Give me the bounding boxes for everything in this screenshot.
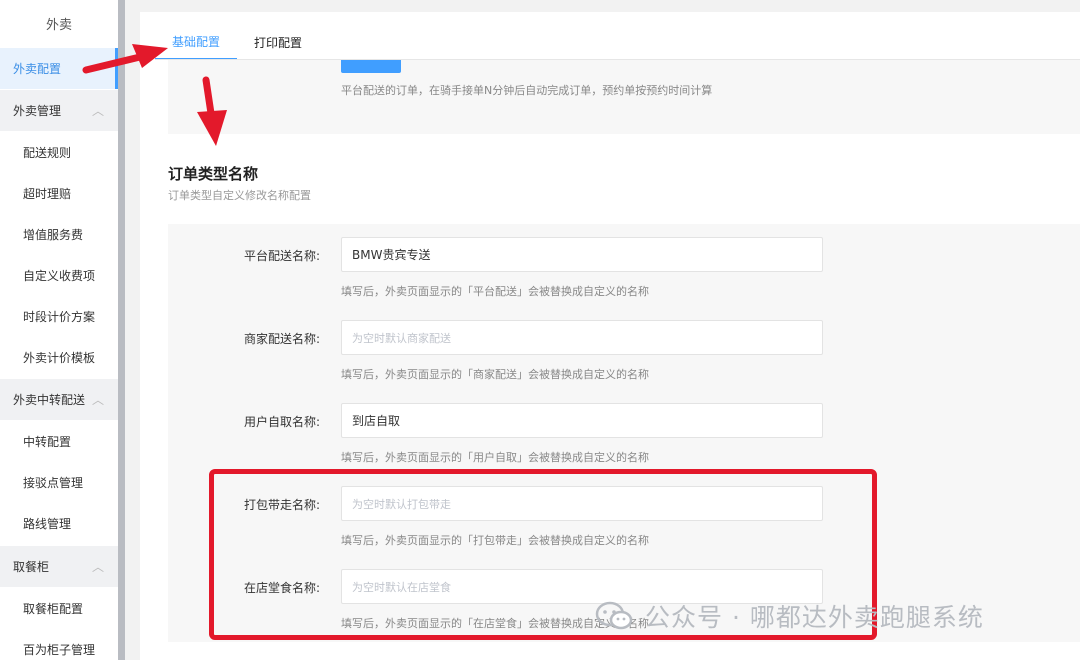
sidebar-title: 外卖 xyxy=(45,17,72,33)
platform-delivery-input[interactable] xyxy=(341,237,823,272)
wechat-icon xyxy=(595,601,633,630)
sidebar-group-label: 外卖中转配送 xyxy=(13,393,86,407)
toggle-button[interactable] xyxy=(341,60,401,73)
tab-print-config[interactable]: 打印配置 xyxy=(237,24,319,60)
sidebar-group-waimai-manage[interactable]: 外卖管理 ︿ xyxy=(0,90,118,131)
sidebar-item-overtime-claim[interactable]: 超时理赔 xyxy=(0,173,118,214)
sidebar-group-label: 外卖管理 xyxy=(13,104,62,118)
sidebar-item-transfer-config[interactable]: 中转配置 xyxy=(0,421,118,462)
chevron-up-icon: ︿ xyxy=(91,393,104,407)
platform-delivery-hint: 填写后，外卖页面显示的「平台配送」会被替换成自定义的名称 xyxy=(341,285,649,298)
sidebar-item-value-added-fee[interactable]: 增值服务费 xyxy=(0,214,118,255)
auto-complete-hint: 平台配送的订单，在骑手接单N分钟后自动完成订单，预约单按预约时间计算 xyxy=(341,84,713,97)
sidebar-item-delivery-rules[interactable]: 配送规则 xyxy=(0,132,118,173)
merchant-delivery-label: 商家配送名称: xyxy=(243,332,320,346)
sidebar-item-connection-points[interactable]: 接驳点管理 xyxy=(0,462,118,503)
sidebar: 外卖 外卖配置 外卖管理 ︿ 配送规则 超时理赔 增值服务费 自定义收费项 时段… xyxy=(0,0,118,660)
sidebar-item-baiwei-locker[interactable]: 百为柜子管理 xyxy=(0,629,118,660)
sidebar-item-pricing-template[interactable]: 外卖计价模板 xyxy=(0,337,118,378)
merchant-delivery-input[interactable] xyxy=(341,320,823,355)
sidebar-item-locker-config[interactable]: 取餐柜配置 xyxy=(0,588,118,629)
sidebar-item-route-manage[interactable]: 路线管理 xyxy=(0,503,118,544)
sidebar-item-custom-charge[interactable]: 自定义收费项 xyxy=(0,255,118,296)
watermark-text: 公众号 · 哪都达外卖跑腿系统 xyxy=(645,603,984,632)
platform-delivery-label: 平台配送名称: xyxy=(243,249,320,263)
tab-basic-config[interactable]: 基础配置 xyxy=(155,24,238,60)
chevron-up-icon: ︿ xyxy=(91,104,104,118)
section-title: 订单类型名称 xyxy=(168,165,259,183)
sidebar-group-locker[interactable]: 取餐柜 ︿ xyxy=(0,546,118,587)
section-subtitle: 订单类型自定义修改名称配置 xyxy=(168,189,311,202)
sidebar-group-transfer[interactable]: 外卖中转配送 ︿ xyxy=(0,379,118,420)
self-pickup-label: 用户自取名称: xyxy=(243,415,320,429)
self-pickup-input[interactable] xyxy=(341,403,823,438)
merchant-delivery-hint: 填写后，外卖页面显示的「商家配送」会被替换成自定义的名称 xyxy=(341,368,649,381)
watermark: 公众号 · 哪都达外卖跑腿系统 xyxy=(595,598,984,634)
sidebar-group-label: 取餐柜 xyxy=(13,560,50,574)
sidebar-item-waimai-config[interactable]: 外卖配置 xyxy=(0,48,118,89)
self-pickup-hint: 填写后，外卖页面显示的「用户自取」会被替换成自定义的名称 xyxy=(341,451,649,464)
tab-bar: 基础配置 打印配置 xyxy=(155,24,319,60)
sidebar-scrollbar[interactable] xyxy=(118,0,125,660)
chevron-up-icon: ︿ xyxy=(91,560,104,574)
sidebar-item-time-pricing[interactable]: 时段计价方案 xyxy=(0,296,118,337)
